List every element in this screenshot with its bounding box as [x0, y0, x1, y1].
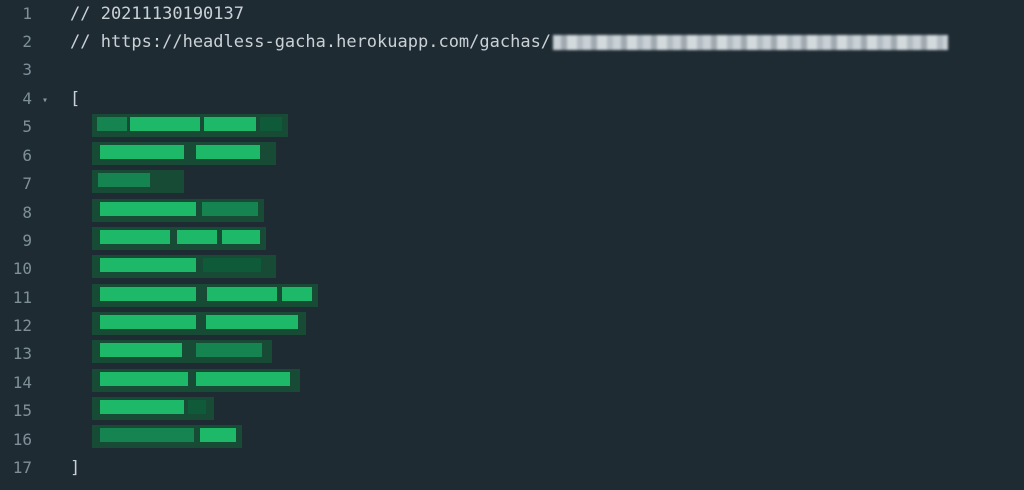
redacted-row [92, 397, 214, 420]
redacted-hash [553, 34, 949, 50]
redacted-row [92, 227, 266, 250]
line-number-1: 1 [22, 4, 32, 23]
line-number-11: 11 [12, 288, 32, 307]
redacted-json-content [88, 114, 338, 464]
line-number-9: 9 [22, 231, 32, 250]
line-number-13: 13 [12, 344, 32, 363]
line-number-10: 10 [12, 259, 32, 278]
line-number-15: 15 [12, 401, 32, 420]
line-number-6: 6 [22, 146, 32, 165]
redacted-row [92, 170, 184, 193]
redacted-row [92, 255, 276, 278]
line-number-gutter: 1 2 3 4 5 6 7 8 9 10 11 12 13 14 15 16 1… [0, 0, 60, 490]
redacted-row [92, 369, 300, 392]
url-text: // https://headless-gacha.herokuapp.com/… [70, 32, 552, 52]
line-number-16: 16 [12, 430, 32, 449]
line-number-12: 12 [12, 316, 32, 335]
comment-timestamp: // 20211130190137 [70, 4, 244, 24]
redacted-row [92, 340, 272, 363]
line-number-7: 7 [22, 174, 32, 193]
comment-url: // https://headless-gacha.herokuapp.com/… [70, 32, 949, 52]
redacted-row [92, 114, 288, 137]
caret-down-icon[interactable]: ▾ [42, 96, 52, 106]
line-number-4: 4 [22, 89, 32, 108]
line-number-8: 8 [22, 203, 32, 222]
line-number-5: 5 [22, 117, 32, 136]
line-number-2: 2 [22, 32, 32, 51]
redacted-row [92, 142, 276, 165]
line-number-3: 3 [22, 60, 32, 79]
redacted-row [92, 425, 242, 448]
close-bracket: ] [70, 458, 81, 478]
line-number-14: 14 [12, 373, 32, 392]
code-editor[interactable]: 1 2 3 4 5 6 7 8 9 10 11 12 13 14 15 16 1… [0, 0, 1024, 490]
redacted-row [92, 312, 306, 335]
redacted-row [92, 284, 318, 307]
open-bracket: [ [70, 89, 81, 109]
line-number-17: 17 [12, 458, 32, 477]
redacted-row [92, 199, 264, 222]
